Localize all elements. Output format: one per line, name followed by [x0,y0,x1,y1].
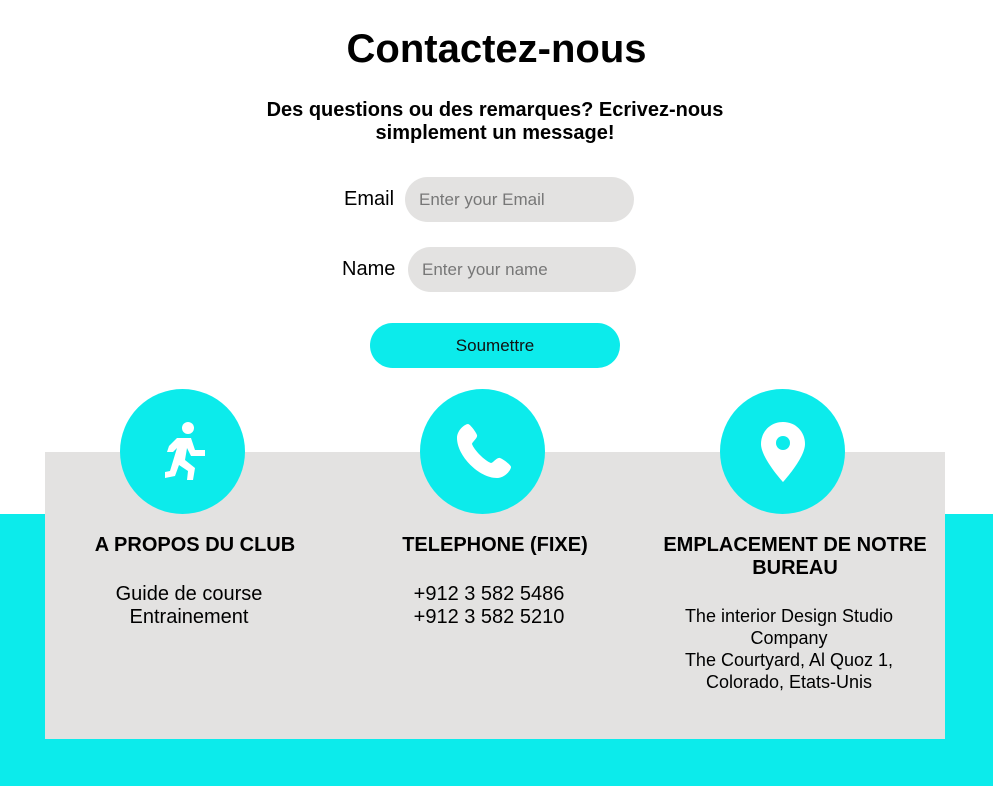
address-line: The Courtyard, Al Quoz 1, Colorado, Etat… [684,650,894,692]
name-label: Name [342,258,396,280]
about-heading: A PROPOS DU CLUB [94,534,296,556]
about-line: Guide de course [115,583,263,605]
phone-icon-circle [420,389,545,514]
phone-number[interactable]: +912 3 582 5486 [360,583,618,606]
name-input[interactable] [408,247,636,292]
page-subtitle: Des questions ou des remarques? Ecrivez-… [266,99,724,144]
page-title: Contactez-nous [346,27,647,71]
running-person-icon [164,421,205,480]
email-input[interactable] [405,177,634,222]
address-line: The interior Design Studio Company [684,606,894,648]
about-text: Guide de course Entrainement [60,583,318,629]
map-pin-icon [760,421,805,482]
phone-icon [456,423,511,478]
phone-heading: TELEPHONE (FIXE) [402,534,588,556]
about-icon-circle [120,389,245,514]
email-label: Email [344,188,395,210]
location-text: The interior Design Studio Company The C… [660,605,918,693]
location-icon-circle [720,389,845,514]
location-heading: EMPLACEMENT DE NOTRE BUREAU [663,534,927,579]
phone-text: +912 3 582 5486 +912 3 582 5210 [360,583,618,629]
about-line: Entrainement [129,606,249,628]
submit-button[interactable]: Soumettre [370,323,620,368]
phone-number[interactable]: +912 3 582 5210 [360,606,618,629]
